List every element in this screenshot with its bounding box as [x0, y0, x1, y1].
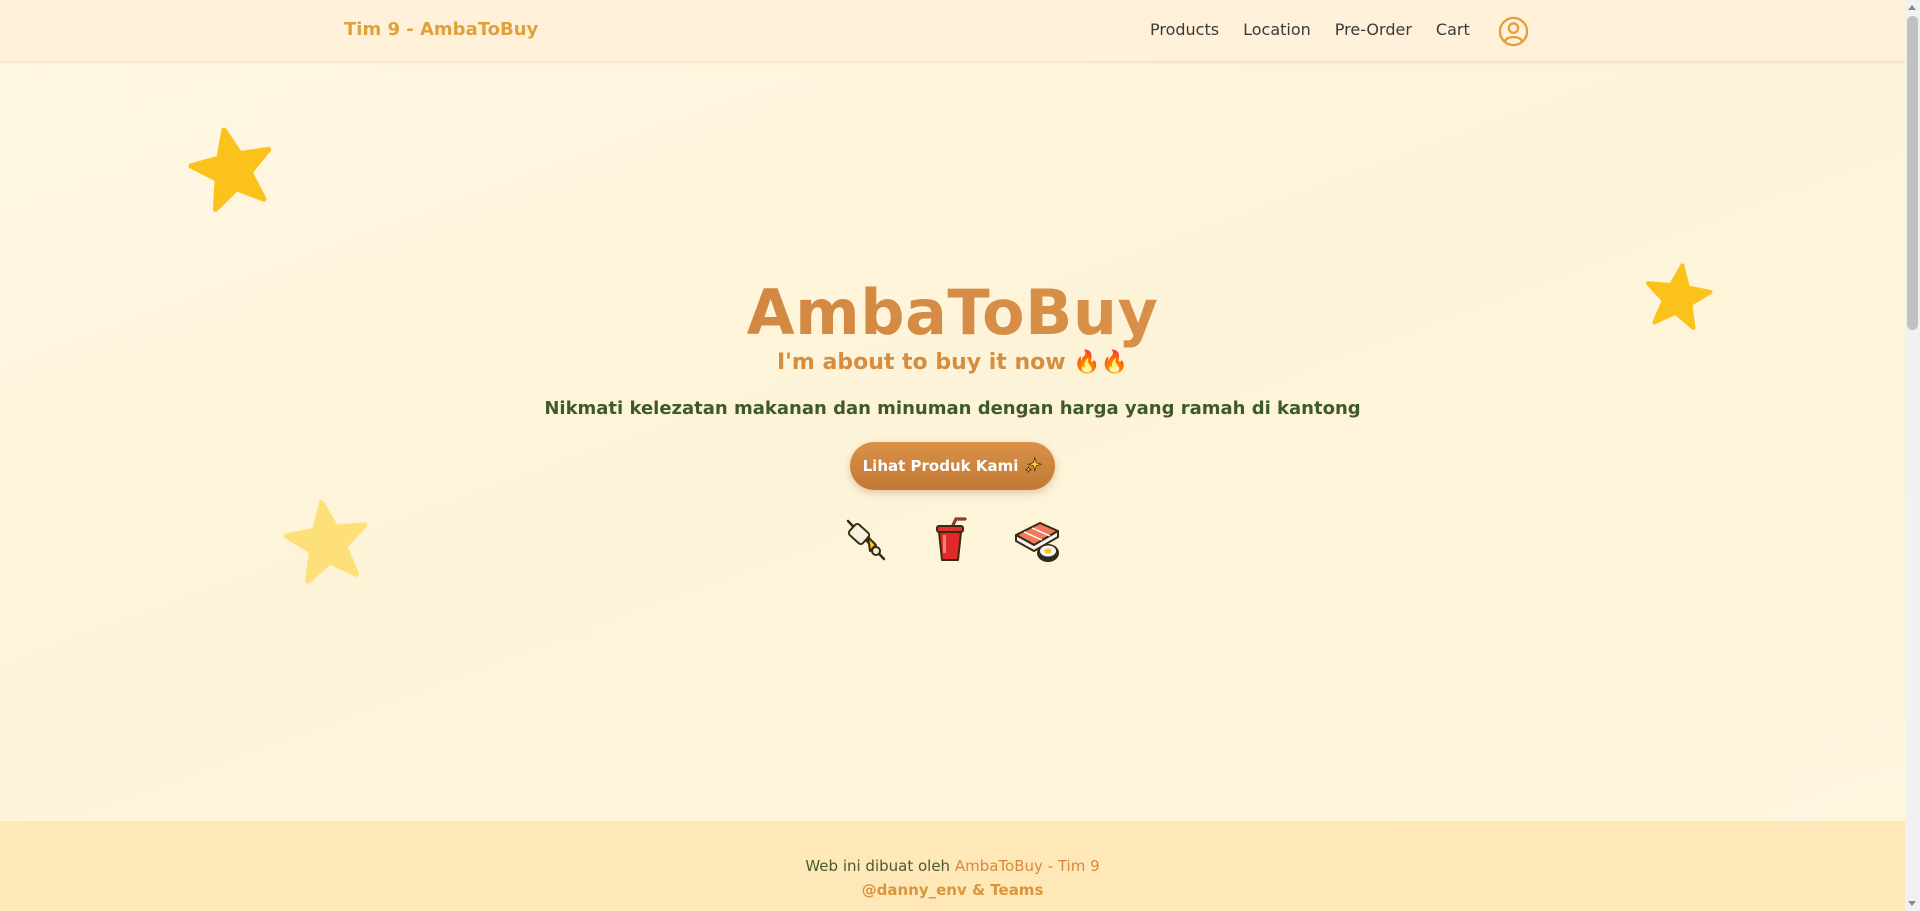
navbar: Tim 9 - AmbaToBuy Products Location Pre-… [0, 0, 1905, 62]
nav-links: Products Location Pre-Order Cart [1150, 20, 1470, 39]
footer-credit-line: Web ini dibuat oleh AmbaToBuy - Tim 9 [0, 857, 1905, 875]
scroll-up-arrow-icon[interactable] [1908, 5, 1916, 10]
scrollbar-thumb[interactable] [1907, 16, 1918, 330]
hero-tagline: I'm about to buy it now 🔥🔥 [776, 350, 1128, 375]
page: Tim 9 - AmbaToBuy Products Location Pre-… [0, 0, 1905, 911]
nav-link-cart[interactable]: Cart [1436, 20, 1470, 39]
cup-with-straw-icon [936, 517, 967, 561]
hero-description: Nikmati kelezatan makanan dan minuman de… [544, 398, 1361, 419]
user-circle-icon[interactable] [1498, 16, 1529, 47]
sparkles-icon [1025, 457, 1043, 474]
nav-link-location[interactable]: Location [1243, 20, 1311, 39]
nav-link-pre-order[interactable]: Pre-Order [1335, 20, 1412, 39]
footer-author: @danny_env & Teams [861, 881, 1044, 899]
star-icon [283, 500, 368, 584]
star-icon [188, 127, 272, 212]
oden-skewer-icon [846, 519, 886, 561]
footer-team-name: AmbaToBuy - Tim 9 [954, 857, 1100, 875]
nav-link-products[interactable]: Products [1150, 20, 1219, 39]
cta-label: Lihat Produk Kami [862, 457, 1019, 475]
hero-title: AmbaToBuy [0, 276, 1905, 349]
sushi-icon [1015, 522, 1059, 562]
footer: Web ini dibuat oleh AmbaToBuy - Tim 9 @d… [0, 821, 1905, 911]
scroll-down-arrow-icon[interactable] [1908, 901, 1916, 906]
vertical-scrollbar[interactable] [1905, 0, 1920, 911]
footer-prefix: Web ini dibuat oleh [805, 857, 951, 875]
brand-link[interactable]: Tim 9 - AmbaToBuy [344, 19, 538, 40]
view-products-button[interactable]: Lihat Produk Kami [850, 442, 1055, 490]
